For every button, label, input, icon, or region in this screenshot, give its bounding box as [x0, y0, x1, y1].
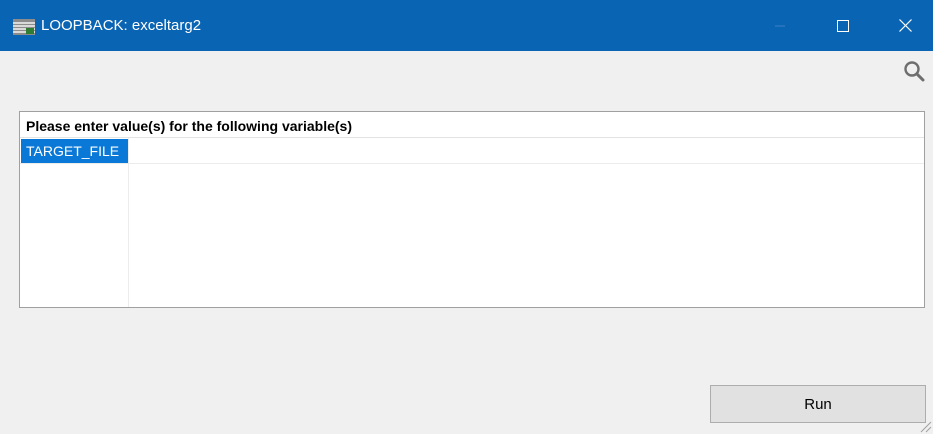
variable-value-cell[interactable]: [129, 139, 923, 163]
variables-table: Please enter value(s) for the following …: [19, 111, 925, 308]
close-button[interactable]: [882, 0, 928, 51]
table-header: Please enter value(s) for the following …: [20, 112, 924, 138]
table-row[interactable]: TARGET_FILE: [20, 138, 924, 164]
loopback-dialog: LOOPBACK: exceltarg2 Please enter value(…: [0, 0, 933, 434]
window-title: LOOPBACK: exceltarg2: [41, 17, 202, 34]
minimize-button[interactable]: [757, 0, 803, 51]
resize-grip-icon[interactable]: [918, 419, 932, 433]
maximize-icon: [837, 19, 849, 32]
variable-name-cell[interactable]: TARGET_FILE: [21, 139, 128, 163]
minimize-icon: [775, 25, 785, 26]
table-header-label: Please enter value(s) for the following …: [26, 118, 352, 134]
search-icon[interactable]: [903, 60, 925, 82]
maximize-button[interactable]: [820, 0, 866, 51]
run-button[interactable]: Run: [710, 385, 926, 423]
title-bar[interactable]: LOOPBACK: exceltarg2: [0, 0, 933, 51]
close-icon: [898, 19, 912, 32]
table-icon: [13, 19, 35, 35]
